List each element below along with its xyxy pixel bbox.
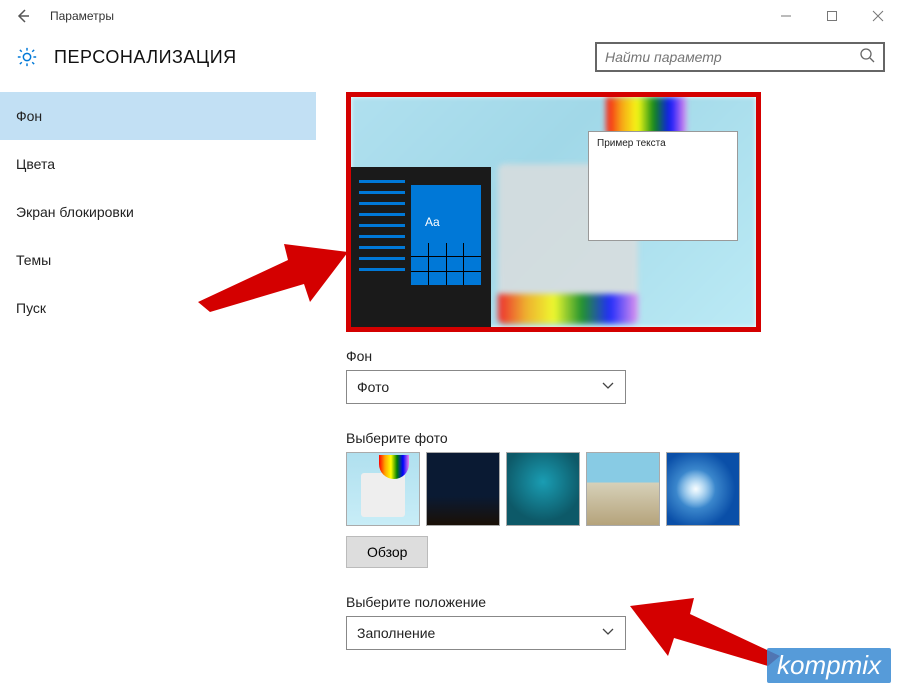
sidebar-item-background[interactable]: Фон: [0, 92, 316, 140]
header: ПЕРСОНАЛИЗАЦИЯ: [0, 32, 901, 92]
preview-start-menu: Aa: [351, 167, 491, 327]
dropdown-value: Фото: [357, 379, 389, 395]
sidebar-item-label: Фон: [16, 108, 42, 124]
sidebar-item-start[interactable]: Пуск: [0, 284, 316, 332]
sidebar-item-colors[interactable]: Цвета: [0, 140, 316, 188]
photo-thumb-3[interactable]: [506, 452, 580, 526]
background-dropdown[interactable]: Фото: [346, 370, 626, 404]
body: Фон Цвета Экран блокировки Темы Пуск: [0, 92, 901, 685]
preview-tile-text: Aa: [425, 215, 440, 229]
close-button[interactable]: [855, 0, 901, 32]
sidebar: Фон Цвета Экран блокировки Темы Пуск: [0, 92, 316, 685]
sidebar-item-label: Пуск: [16, 300, 46, 316]
sidebar-item-lockscreen[interactable]: Экран блокировки: [0, 188, 316, 236]
dropdown-value: Заполнение: [357, 625, 435, 641]
preview-tiles: Aa: [411, 185, 481, 285]
fit-dropdown[interactable]: Заполнение: [346, 616, 626, 650]
gear-icon: [16, 46, 38, 68]
photo-thumb-5[interactable]: [666, 452, 740, 526]
search-input[interactable]: [605, 49, 859, 65]
window-controls: [763, 0, 901, 32]
titlebar: Параметры: [0, 0, 901, 32]
preview-tile-grid: [411, 243, 481, 285]
sidebar-item-label: Экран блокировки: [16, 204, 134, 220]
maximize-icon: [826, 10, 838, 22]
preview-app-list: [359, 180, 405, 279]
sidebar-item-themes[interactable]: Темы: [0, 236, 316, 284]
close-icon: [872, 10, 884, 22]
maximize-button[interactable]: [809, 0, 855, 32]
photo-thumb-1[interactable]: [346, 452, 420, 526]
content: Aa Пример текста Фон Фото Выберите фото: [316, 92, 901, 685]
photo-thumbnails: [346, 452, 881, 526]
sidebar-item-label: Цвета: [16, 156, 55, 172]
photo-thumb-4[interactable]: [586, 452, 660, 526]
chevron-down-icon: [601, 378, 615, 397]
preview-sample-window: Пример текста: [588, 131, 738, 241]
photo-thumb-2[interactable]: [426, 452, 500, 526]
sidebar-item-label: Темы: [16, 252, 51, 268]
back-arrow-icon: [15, 8, 31, 24]
search-icon: [859, 47, 875, 68]
browse-button-label: Обзор: [367, 544, 407, 560]
choose-photo-label: Выберите фото: [346, 430, 881, 446]
window-title: Параметры: [46, 9, 114, 23]
back-button[interactable]: [0, 0, 46, 32]
chevron-down-icon: [601, 624, 615, 643]
page-heading: ПЕРСОНАЛИЗАЦИЯ: [54, 47, 237, 68]
browse-button[interactable]: Обзор: [346, 536, 428, 568]
minimize-button[interactable]: [763, 0, 809, 32]
desktop-preview: Aa Пример текста: [346, 92, 761, 332]
search-box[interactable]: [595, 42, 885, 72]
fit-label: Выберите положение: [346, 594, 881, 610]
watermark: kompmix: [767, 648, 891, 683]
minimize-icon: [780, 10, 792, 22]
background-label: Фон: [346, 348, 881, 364]
preview-sample-text: Пример текста: [589, 132, 737, 155]
